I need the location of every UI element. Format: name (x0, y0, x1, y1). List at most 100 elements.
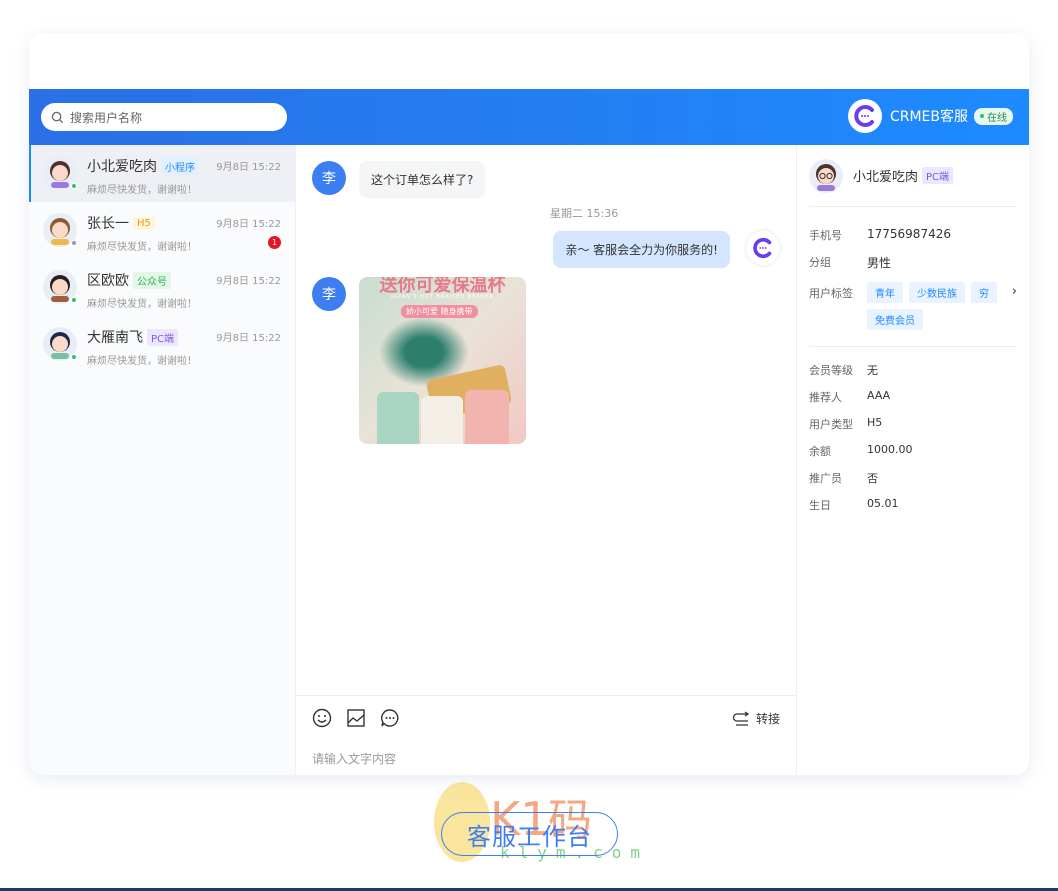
detail-label: 推荐人 (809, 391, 842, 404)
image-icon[interactable] (346, 708, 366, 728)
conversation-name: 大雁南飞 (87, 330, 143, 346)
detail-label: 会员等级 (809, 364, 853, 377)
detail-label: 推广员 (809, 472, 842, 485)
chat-panel: 李 这个订单怎么样了? 星期二 15:36 亲～ 客服会全力为你服务的! 李 送… (296, 145, 796, 775)
conversation-list: 小北爱吃肉 小程序 麻烦尽快发货，谢谢啦！ 9月8日 15:22 张长一 H5 麻烦… (29, 145, 296, 775)
user-avatar (43, 156, 77, 190)
cup-green (377, 392, 419, 444)
search-icon (51, 111, 64, 123)
detail-label: 生日 (809, 499, 831, 512)
detail-value: 1000.00 (867, 443, 913, 456)
phone-row: 手机号 17756987426 (809, 227, 1017, 243)
brand-name: CRMEB客服 (889, 109, 968, 125)
channel-tag: PC端 (147, 328, 179, 346)
presence-dot-icon (71, 240, 77, 246)
last-message: 麻烦尽快发货，谢谢啦！ (87, 299, 197, 310)
search-placeholder: 搜索用户名称 (70, 110, 143, 125)
presence-dot-icon (71, 354, 77, 360)
transfer-button[interactable]: 转接 (732, 710, 780, 727)
detail-value: 否 (867, 472, 878, 485)
last-message: 麻烦尽快发货，谢谢啦！ (87, 185, 197, 196)
user-avatar (43, 213, 77, 247)
detail-value: H5 (867, 416, 883, 429)
last-message: 麻烦尽快发货，谢谢啦！ (87, 356, 197, 367)
message-bubble: 这个订单怎么样了? (359, 161, 486, 198)
profile-avatar (809, 158, 843, 193)
status-badge[interactable]: 在线 (974, 107, 1013, 125)
profile-name: 小北爱吃肉 (853, 170, 919, 185)
message-image[interactable]: 送你可爱保温杯 JAPAN'S HOT BRAISED BEAKER 娇小可爱 … (359, 277, 526, 444)
message-row: 李 这个订单怎么样了? (312, 161, 486, 198)
crmeb-logo-icon (847, 99, 882, 133)
message-timestamp: 星期二 15:36 (550, 207, 619, 220)
user-avatar (43, 270, 77, 304)
agent-avatar-icon (746, 231, 780, 265)
detail-row: 用户类型 H5 (809, 416, 1017, 432)
user-tag[interactable]: 少数民族 (909, 282, 965, 303)
message-row-agent: 亲～ 客服会全力为你服务的! (553, 231, 780, 268)
presence-dot-icon (71, 183, 77, 189)
message-row: 李 送你可爱保温杯 JAPAN'S HOT BRAISED BEAKER 娇小可… (312, 277, 526, 444)
conversation-item[interactable]: 张长一 H5 麻烦尽快发货，谢谢啦！ 9月8日 15:22 1 (29, 202, 295, 259)
channel-tag: H5 (133, 216, 155, 230)
header-bar: 搜索用户名称 CRMEB客服 在线 (29, 89, 1029, 145)
conversation-time: 9月8日 15:22 (216, 333, 281, 344)
user-tag[interactable]: 穷 (971, 282, 997, 303)
search-input[interactable]: 搜索用户名称 (41, 103, 287, 131)
group-value: 男性 (867, 256, 892, 270)
emoji-icon[interactable] (312, 708, 332, 728)
channel-tag: 小程序 (161, 157, 199, 175)
user-tag[interactable]: 免费会员 (867, 309, 923, 330)
user-avatar: 李 (312, 277, 346, 311)
conversation-item[interactable]: 区欧欧 公众号 麻烦尽快发货，谢谢啦！ 9月8日 15:22 (29, 259, 295, 316)
profile-details: 会员等级 无推荐人 AAA 用户类型 H5 余额 1000.00 推广员 否生日 05.01 (809, 346, 1017, 513)
transfer-icon (732, 710, 750, 726)
user-tag[interactable]: 青年 (867, 282, 903, 303)
user-avatar: 李 (312, 161, 346, 195)
detail-value: AAA (867, 389, 891, 402)
phone-value: 17756987426 (867, 227, 951, 241)
conversation-time: 9月8日 15:22 (216, 219, 281, 230)
detail-row: 会员等级 无 (809, 362, 1017, 378)
group-label: 分组 (809, 256, 831, 269)
workbench-window: 搜索用户名称 CRMEB客服 在线 小北爱吃肉 小程序 麻烦尽快发货，谢谢啦！ 9… (29, 33, 1029, 775)
conversation-name: 张长一 (87, 216, 129, 232)
detail-value: 无 (867, 364, 878, 377)
online-dot-icon (980, 114, 984, 118)
detail-value: 05.01 (867, 497, 899, 510)
conversation-name: 区欧欧 (87, 273, 129, 289)
conversation-item[interactable]: 小北爱吃肉 小程序 麻烦尽快发货，谢谢啦！ 9月8日 15:22 (29, 145, 295, 202)
message-composer: 转接 请输入文字内容 (296, 695, 796, 775)
presence-dot-icon (71, 297, 77, 303)
detail-row: 推广员 否 (809, 470, 1017, 486)
workbench-button-label: 客服工作台 (467, 822, 592, 851)
conversation-name: 小北爱吃肉 (87, 159, 157, 175)
quick-reply-icon[interactable] (380, 708, 400, 728)
cup-pink (465, 390, 509, 444)
profile-tag: PC端 (922, 167, 954, 184)
channel-tag: 公众号 (133, 271, 171, 289)
conversation-time: 9月8日 15:22 (216, 162, 281, 173)
conversation-time: 9月8日 15:22 (216, 276, 281, 287)
cup-white (421, 396, 463, 444)
user-profile-panel: 小北爱吃肉 PC端 手机号 17756987426 分组 男性 用户标签 青年 少数民… (796, 145, 1029, 775)
message-bubble: 亲～ 客服会全力为你服务的! (553, 231, 730, 268)
last-message: 麻烦尽快发货，谢谢啦！ (87, 242, 197, 253)
detail-label: 用户类型 (809, 418, 853, 431)
detail-row: 推荐人 AAA (809, 389, 1017, 405)
workbench-button[interactable]: 客服工作台 (441, 812, 618, 856)
transfer-label: 转接 (755, 712, 780, 726)
message-input[interactable]: 请输入文字内容 (312, 750, 396, 767)
detail-label: 余额 (809, 445, 831, 458)
phone-label: 手机号 (809, 229, 842, 242)
detail-row: 生日 05.01 (809, 497, 1017, 513)
chevron-right-icon[interactable]: › (1012, 284, 1017, 299)
status-text: 在线 (987, 112, 1007, 124)
tags-label: 用户标签 (809, 287, 853, 300)
user-avatar (43, 327, 77, 361)
conversation-item[interactable]: 大雁南飞 PC端 麻烦尽快发货，谢谢啦！ 9月8日 15:22 (29, 316, 295, 373)
brand: CRMEB客服 在线 (847, 99, 1013, 133)
tags-row: 用户标签 青年 少数民族穷免费会员 › (809, 282, 1017, 330)
detail-row: 余额 1000.00 (809, 443, 1017, 459)
image-subtitle: JAPAN'S HOT BRAISED BEAKER (391, 294, 494, 300)
